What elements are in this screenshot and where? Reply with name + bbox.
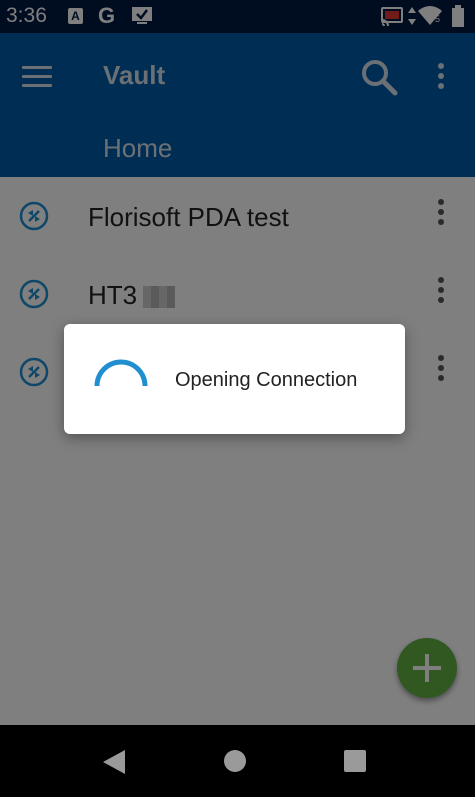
back-icon[interactable] (102, 749, 126, 775)
progress-dialog: Opening Connection (64, 324, 405, 434)
home-icon[interactable] (224, 750, 246, 772)
recents-icon[interactable] (344, 750, 366, 772)
system-nav-bar (0, 725, 475, 797)
dialog-message: Opening Connection (175, 369, 358, 391)
loading-spinner-icon (94, 359, 148, 387)
